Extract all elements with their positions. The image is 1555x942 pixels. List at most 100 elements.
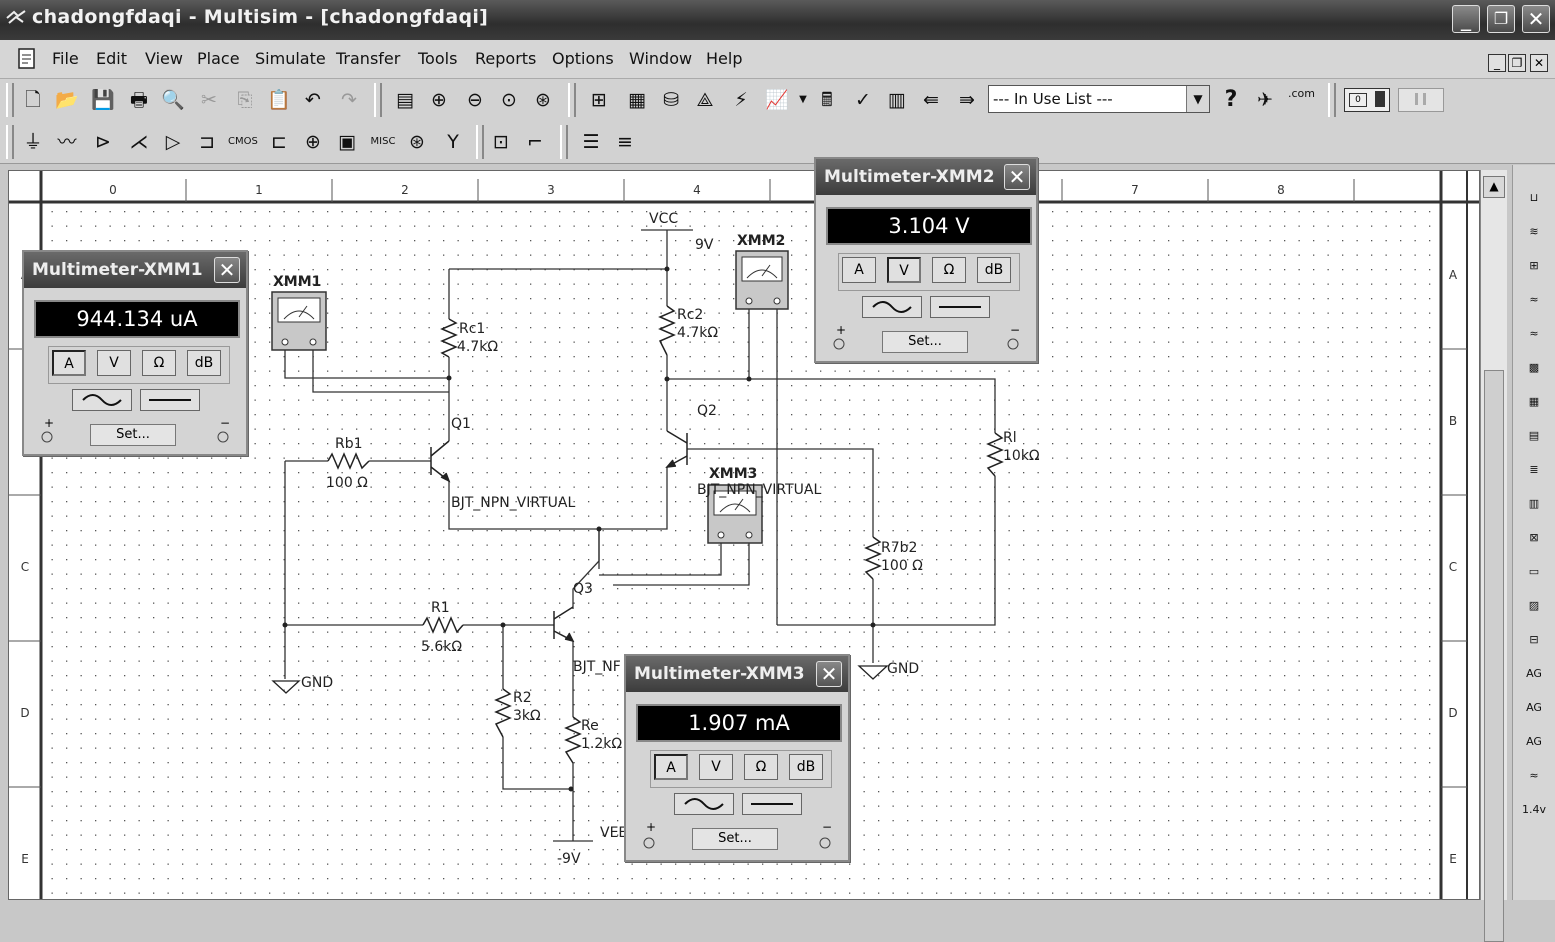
paste-icon[interactable]: 📋 xyxy=(266,87,292,113)
cut-icon[interactable]: ✂ xyxy=(196,87,222,113)
back-annotate-icon[interactable]: ⇚ xyxy=(918,87,944,113)
xmm2-title[interactable]: Multimeter-XMM2 xyxy=(816,159,1036,195)
wattmeter-icon[interactable]: ⊞ xyxy=(1521,255,1547,277)
oscilloscope-icon[interactable]: ≈ xyxy=(1521,289,1547,311)
scroll-up-icon[interactable]: ▲ xyxy=(1483,176,1505,198)
menu-help[interactable]: Help xyxy=(706,49,742,68)
menu-transfer[interactable]: Transfer xyxy=(336,49,400,68)
redo-icon[interactable]: ↷ xyxy=(336,87,362,113)
xmm1-plus-terminal-icon[interactable] xyxy=(40,430,54,444)
mdi-close-button[interactable]: ✕ xyxy=(1530,54,1548,72)
xmm2-ac-button[interactable] xyxy=(862,296,922,318)
xmm3-db-button[interactable]: dB xyxy=(789,754,823,780)
menu-tools[interactable]: Tools xyxy=(418,49,457,68)
xmm1-db-button[interactable]: dB xyxy=(187,350,221,376)
open-folder-icon[interactable]: 📂 xyxy=(54,87,80,113)
multimeter-xmm2-window[interactable]: Multimeter-XMM2 ✕ 3.104 V A V Ω dB + − S… xyxy=(814,157,1038,363)
menu-file[interactable]: File xyxy=(52,49,79,68)
forward-annotate-icon[interactable]: ⇛ xyxy=(954,87,980,113)
toolbar-grip[interactable] xyxy=(374,83,382,117)
close-icon[interactable]: ✕ xyxy=(816,661,842,687)
xmm2-ohmmeter-button[interactable]: Ω xyxy=(932,257,966,283)
toolbar-grip[interactable] xyxy=(476,125,484,159)
analog-icon[interactable]: ▷ xyxy=(160,129,186,155)
multimeter-xmm1-window[interactable]: Multimeter-XMM1 ✕ 944.134 uA A V Ω dB + … xyxy=(22,250,248,456)
bus-icon[interactable]: ⌐ xyxy=(522,129,548,155)
print-preview-icon[interactable]: 🔍 xyxy=(160,87,186,113)
mdi-restore-button[interactable]: ❐ xyxy=(1508,54,1526,72)
toolbar-grip[interactable] xyxy=(6,125,14,159)
xmm2-dc-button[interactable] xyxy=(930,296,990,318)
distortion-analyzer-icon[interactable]: ▭ xyxy=(1521,561,1547,583)
xmm1-ohmmeter-button[interactable]: Ω xyxy=(142,350,176,376)
xmm2-db-button[interactable]: dB xyxy=(977,257,1011,283)
hierarchy-icon[interactable]: ⊞ xyxy=(586,87,612,113)
xmm1-ac-button[interactable] xyxy=(72,389,132,411)
labview-icon[interactable]: 1.4v xyxy=(1521,799,1547,821)
bom-icon[interactable]: ▥ xyxy=(884,87,910,113)
print-icon[interactable]: 🖶 xyxy=(126,87,152,113)
help-icon[interactable]: ? xyxy=(1218,87,1244,113)
close-icon[interactable]: ✕ xyxy=(214,257,240,283)
xmm3-dc-button[interactable] xyxy=(742,793,802,815)
chevron-down-icon[interactable]: ▼ xyxy=(1186,86,1209,112)
list-view-icon[interactable]: ≡ xyxy=(612,129,638,155)
zoom-area-icon[interactable]: ⊙ xyxy=(496,87,522,113)
four-channel-oscilloscope-icon[interactable]: ≈ xyxy=(1521,323,1547,345)
basic-icon[interactable]: 〰 xyxy=(54,129,80,155)
ttl-icon[interactable]: ⊐ xyxy=(194,129,220,155)
multimeter-xmm3-window[interactable]: Multimeter-XMM3 ✕ 1.907 mA A V Ω dB + − … xyxy=(624,654,850,862)
close-icon[interactable]: ✕ xyxy=(1004,164,1030,190)
menu-reports[interactable]: Reports xyxy=(475,49,536,68)
xmm3-set-button[interactable]: Set... xyxy=(692,828,778,850)
logic-converter-icon[interactable]: ▥ xyxy=(1521,493,1547,515)
in-use-list-dropdown[interactable]: --- In Use List --- ▼ xyxy=(988,85,1210,113)
simulate-run-icon[interactable]: ⚡ xyxy=(728,87,754,113)
rf-icon[interactable]: Y xyxy=(440,129,466,155)
mixed-icon[interactable]: ⊕ xyxy=(300,129,326,155)
diode-icon[interactable]: ⊳ xyxy=(90,129,116,155)
new-file-icon[interactable]: 🗋 xyxy=(20,87,46,113)
toolbar-grip[interactable] xyxy=(560,125,568,159)
network-analyzer-icon[interactable]: ⊟ xyxy=(1521,629,1547,651)
grapher-icon[interactable]: 📈 xyxy=(764,87,790,113)
agilent-oscilloscope-icon[interactable]: AG xyxy=(1521,731,1547,753)
mdi-minimize-button[interactable]: _ xyxy=(1488,54,1506,72)
vertical-scrollbar[interactable]: ▲ xyxy=(1480,170,1507,942)
xmm3-ac-button[interactable] xyxy=(674,793,734,815)
bode-plotter-icon[interactable]: ▩ xyxy=(1521,357,1547,379)
xmm3-plus-terminal-icon[interactable] xyxy=(642,836,656,850)
menu-view[interactable]: View xyxy=(145,49,183,68)
minimize-button[interactable]: _ xyxy=(1452,5,1480,33)
education-web-icon[interactable]: ✈ xyxy=(1252,87,1278,113)
xmm2-minus-terminal-icon[interactable] xyxy=(1006,337,1020,351)
misc-icon[interactable]: MISC xyxy=(370,129,396,155)
postprocessor-icon[interactable]: 🖩 xyxy=(814,87,840,113)
list-icon[interactable]: ☰ xyxy=(578,129,604,155)
xmm2-symbol[interactable] xyxy=(735,250,789,310)
document-icon[interactable] xyxy=(14,47,40,71)
full-screen-icon[interactable]: ▤ xyxy=(392,87,418,113)
menu-simulate[interactable]: Simulate xyxy=(255,49,326,68)
misc-digital-icon[interactable]: ⊏ xyxy=(266,129,292,155)
electromechanical-icon[interactable]: ⊛ xyxy=(404,129,430,155)
transistor-icon[interactable]: ⋌ xyxy=(126,129,152,155)
xmm3-ammeter-button[interactable]: A xyxy=(654,754,688,780)
xmm1-dc-button[interactable] xyxy=(140,389,200,411)
web-link-icon[interactable]: .com xyxy=(1288,87,1315,113)
scroll-thumb[interactable] xyxy=(1484,370,1504,942)
close-button[interactable]: ✕ xyxy=(1522,5,1550,33)
source-icon[interactable]: ⏚ xyxy=(20,129,46,155)
component-wizard-icon[interactable]: ⟁ xyxy=(692,87,718,113)
xmm3-ohmmeter-button[interactable]: Ω xyxy=(744,754,778,780)
xmm3-voltmeter-button[interactable]: V xyxy=(699,754,733,780)
xmm3-minus-terminal-icon[interactable] xyxy=(818,836,832,850)
toolbar-grip[interactable] xyxy=(6,83,14,117)
toolbar-grip[interactable] xyxy=(568,83,576,117)
database-icon[interactable]: ⛁ xyxy=(658,87,684,113)
copy-icon[interactable]: ⎘ xyxy=(232,87,258,113)
xmm2-plus-terminal-icon[interactable] xyxy=(832,337,846,351)
word-generator-icon[interactable]: ▤ xyxy=(1521,425,1547,447)
spectrum-analyzer-icon[interactable]: ▨ xyxy=(1521,595,1547,617)
iv-analyzer-icon[interactable]: ⊠ xyxy=(1521,527,1547,549)
